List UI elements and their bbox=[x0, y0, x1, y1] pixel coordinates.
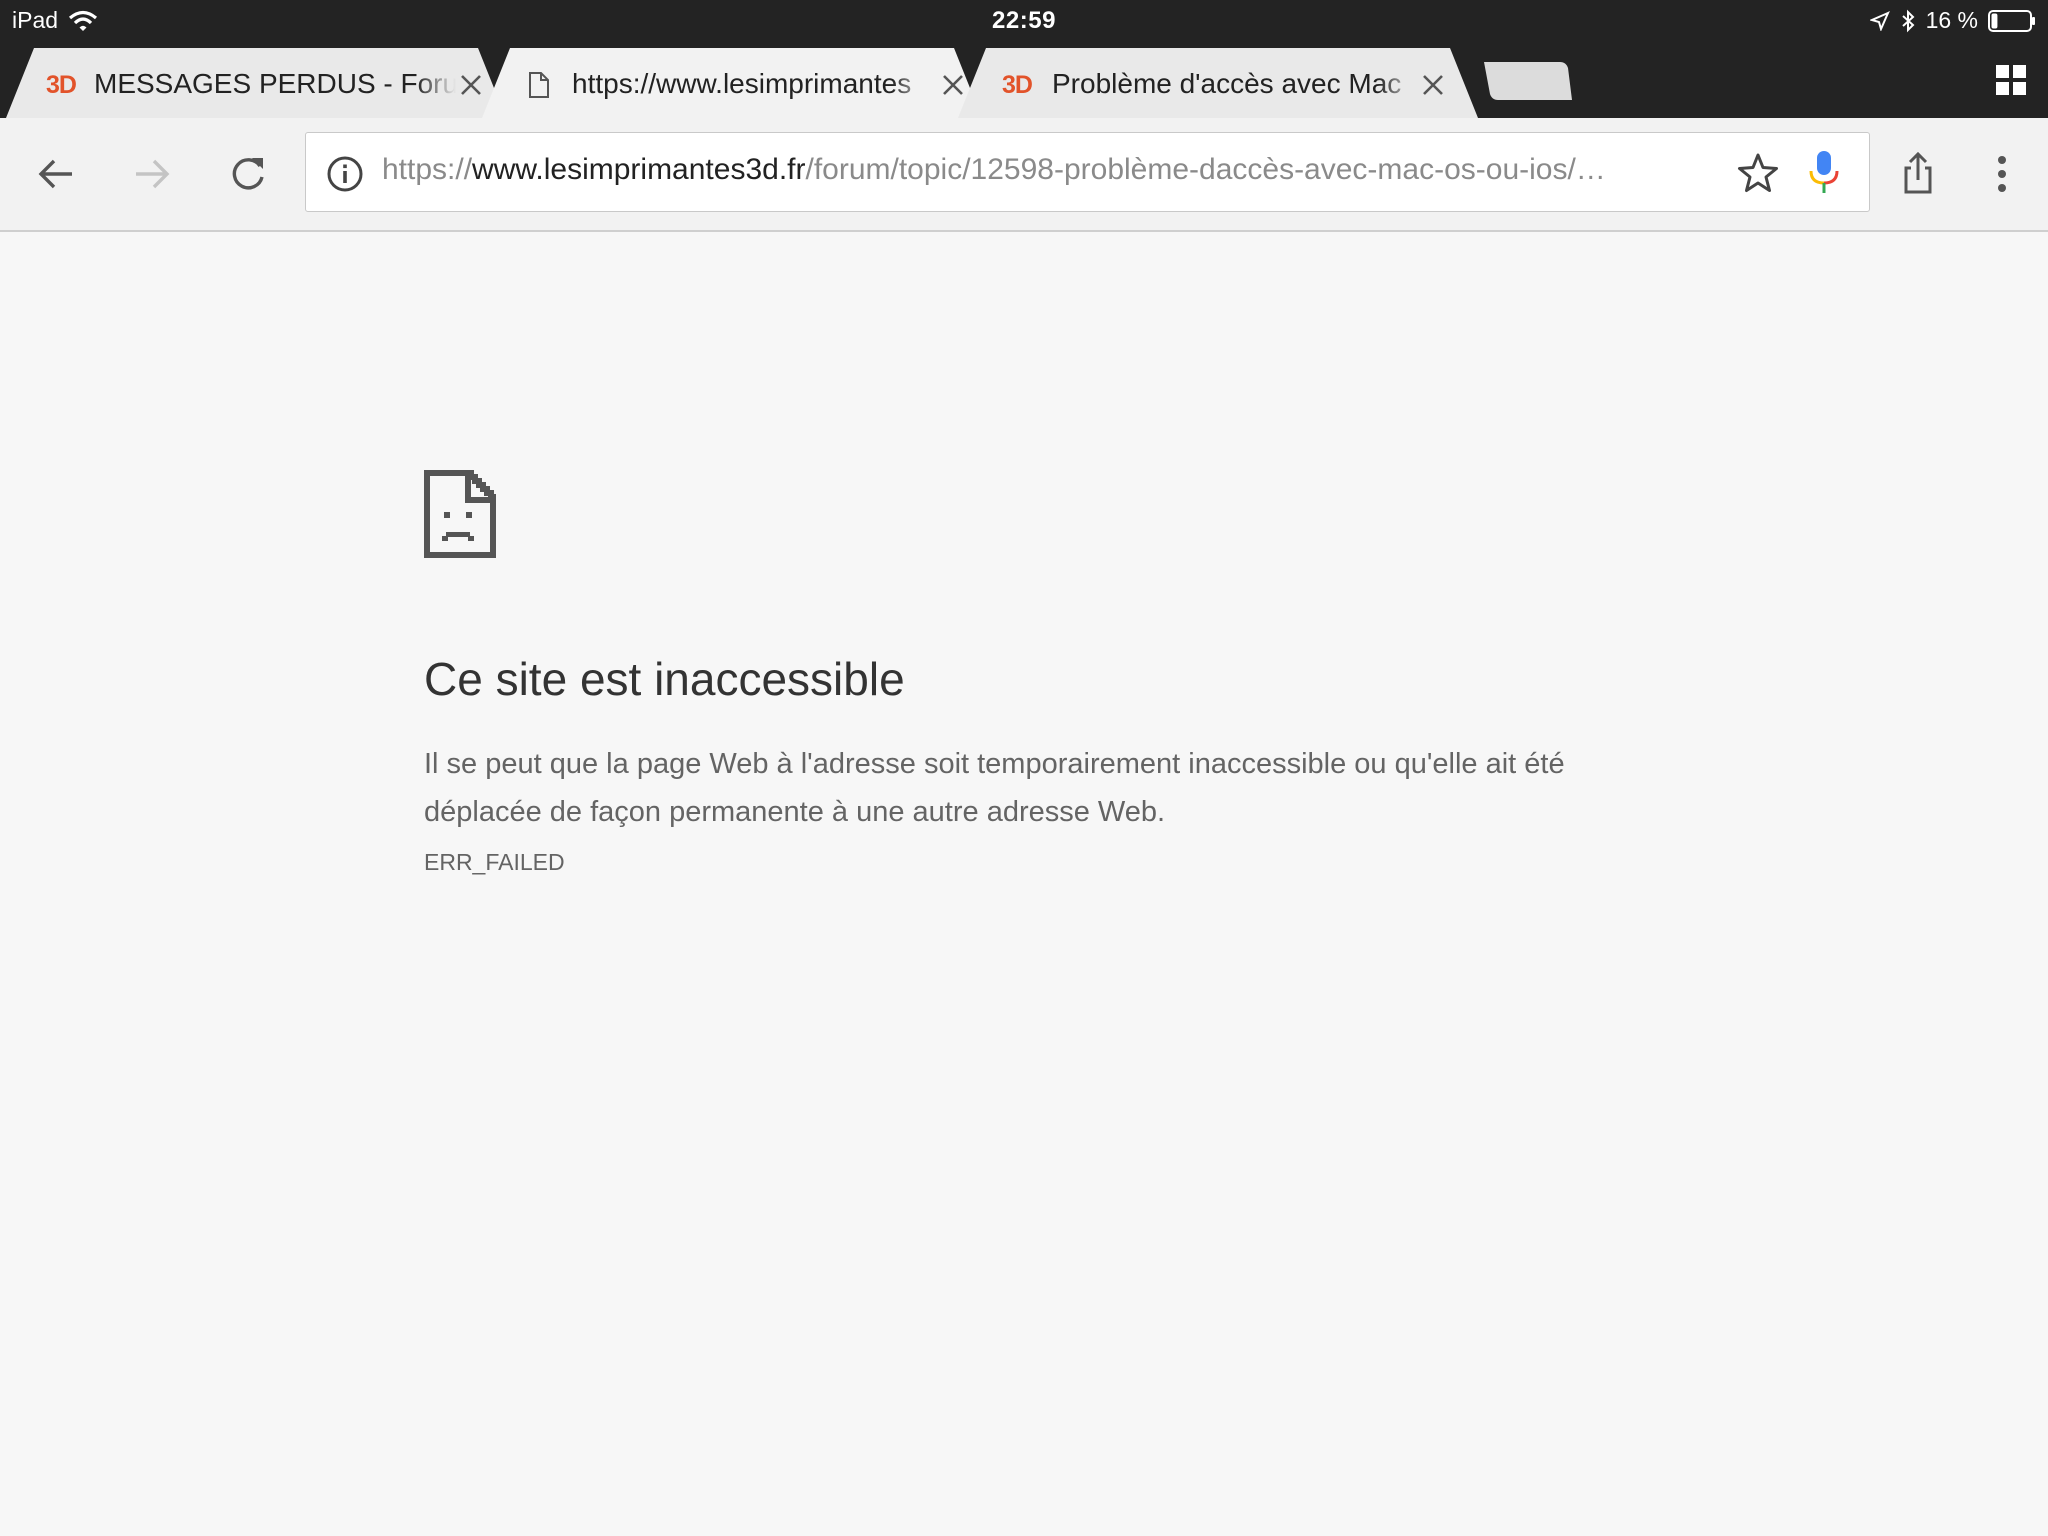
reload-icon[interactable] bbox=[222, 148, 274, 200]
close-icon[interactable] bbox=[1420, 72, 1446, 98]
tab-title: MESSAGES PERDUS - Forum bbox=[94, 68, 456, 99]
tab-strip: 3D MESSAGES PERDUS - Forum https://www.l… bbox=[0, 44, 2048, 118]
tab-switcher-icon[interactable] bbox=[1994, 63, 2028, 97]
status-bar: iPad 22:59 16 % bbox=[0, 0, 2048, 44]
battery-icon bbox=[1988, 9, 2035, 32]
location-arrow-icon bbox=[1869, 10, 1890, 31]
url-host: www.lesimprimantes3d.fr bbox=[472, 153, 806, 186]
tab-lesimprimantes-active[interactable]: https://www.lesimprimantes bbox=[482, 48, 982, 118]
toolbar: https://www.lesimprimantes3d.fr/forum/to… bbox=[0, 118, 2048, 232]
new-tab-icon[interactable] bbox=[1482, 60, 1574, 102]
bluetooth-icon bbox=[1901, 9, 1915, 32]
site-favicon: 3D bbox=[46, 71, 77, 99]
url-scheme: https:// bbox=[382, 153, 473, 186]
error-page: Ce site est inaccessible Il se peut que … bbox=[0, 232, 2048, 1536]
menu-icon[interactable] bbox=[1976, 148, 2028, 200]
url-path: /forum/topic/12598-problème-daccès-avec-… bbox=[805, 153, 1606, 186]
error-message: Il se peut que la page Web à l'adresse s… bbox=[424, 740, 1654, 836]
error-message-line2: déplacée de façon permanente à une autre… bbox=[424, 796, 1166, 828]
tab-title: Problème d'accès avec Mac bbox=[1052, 68, 1402, 99]
clock: 22:59 bbox=[992, 7, 1056, 34]
page-icon bbox=[529, 72, 549, 98]
tab-probleme-acces[interactable]: 3D Problème d'accès avec Mac bbox=[958, 48, 1478, 118]
forward-icon[interactable] bbox=[126, 148, 178, 200]
error-heading: Ce site est inaccessible bbox=[424, 653, 905, 705]
share-icon[interactable] bbox=[1892, 148, 1944, 200]
close-icon[interactable] bbox=[458, 72, 484, 98]
info-icon[interactable] bbox=[326, 155, 364, 193]
back-icon[interactable] bbox=[30, 148, 82, 200]
mic-icon[interactable] bbox=[1808, 149, 1840, 195]
tab-title: https://www.lesimprimantes bbox=[572, 68, 912, 99]
sad-page-icon bbox=[424, 470, 496, 558]
battery-percent: 16 % bbox=[1925, 7, 1978, 33]
site-favicon: 3D bbox=[1002, 71, 1033, 99]
error-code: ERR_FAILED bbox=[424, 849, 565, 875]
star-icon[interactable] bbox=[1736, 151, 1780, 195]
error-message-line1: Il se peut que la page Web à l'adresse s… bbox=[424, 748, 1565, 780]
tab-messages-perdus[interactable]: 3D MESSAGES PERDUS - Forum bbox=[6, 48, 506, 118]
omnibox[interactable]: https://www.lesimprimantes3d.fr/forum/to… bbox=[305, 132, 1870, 212]
